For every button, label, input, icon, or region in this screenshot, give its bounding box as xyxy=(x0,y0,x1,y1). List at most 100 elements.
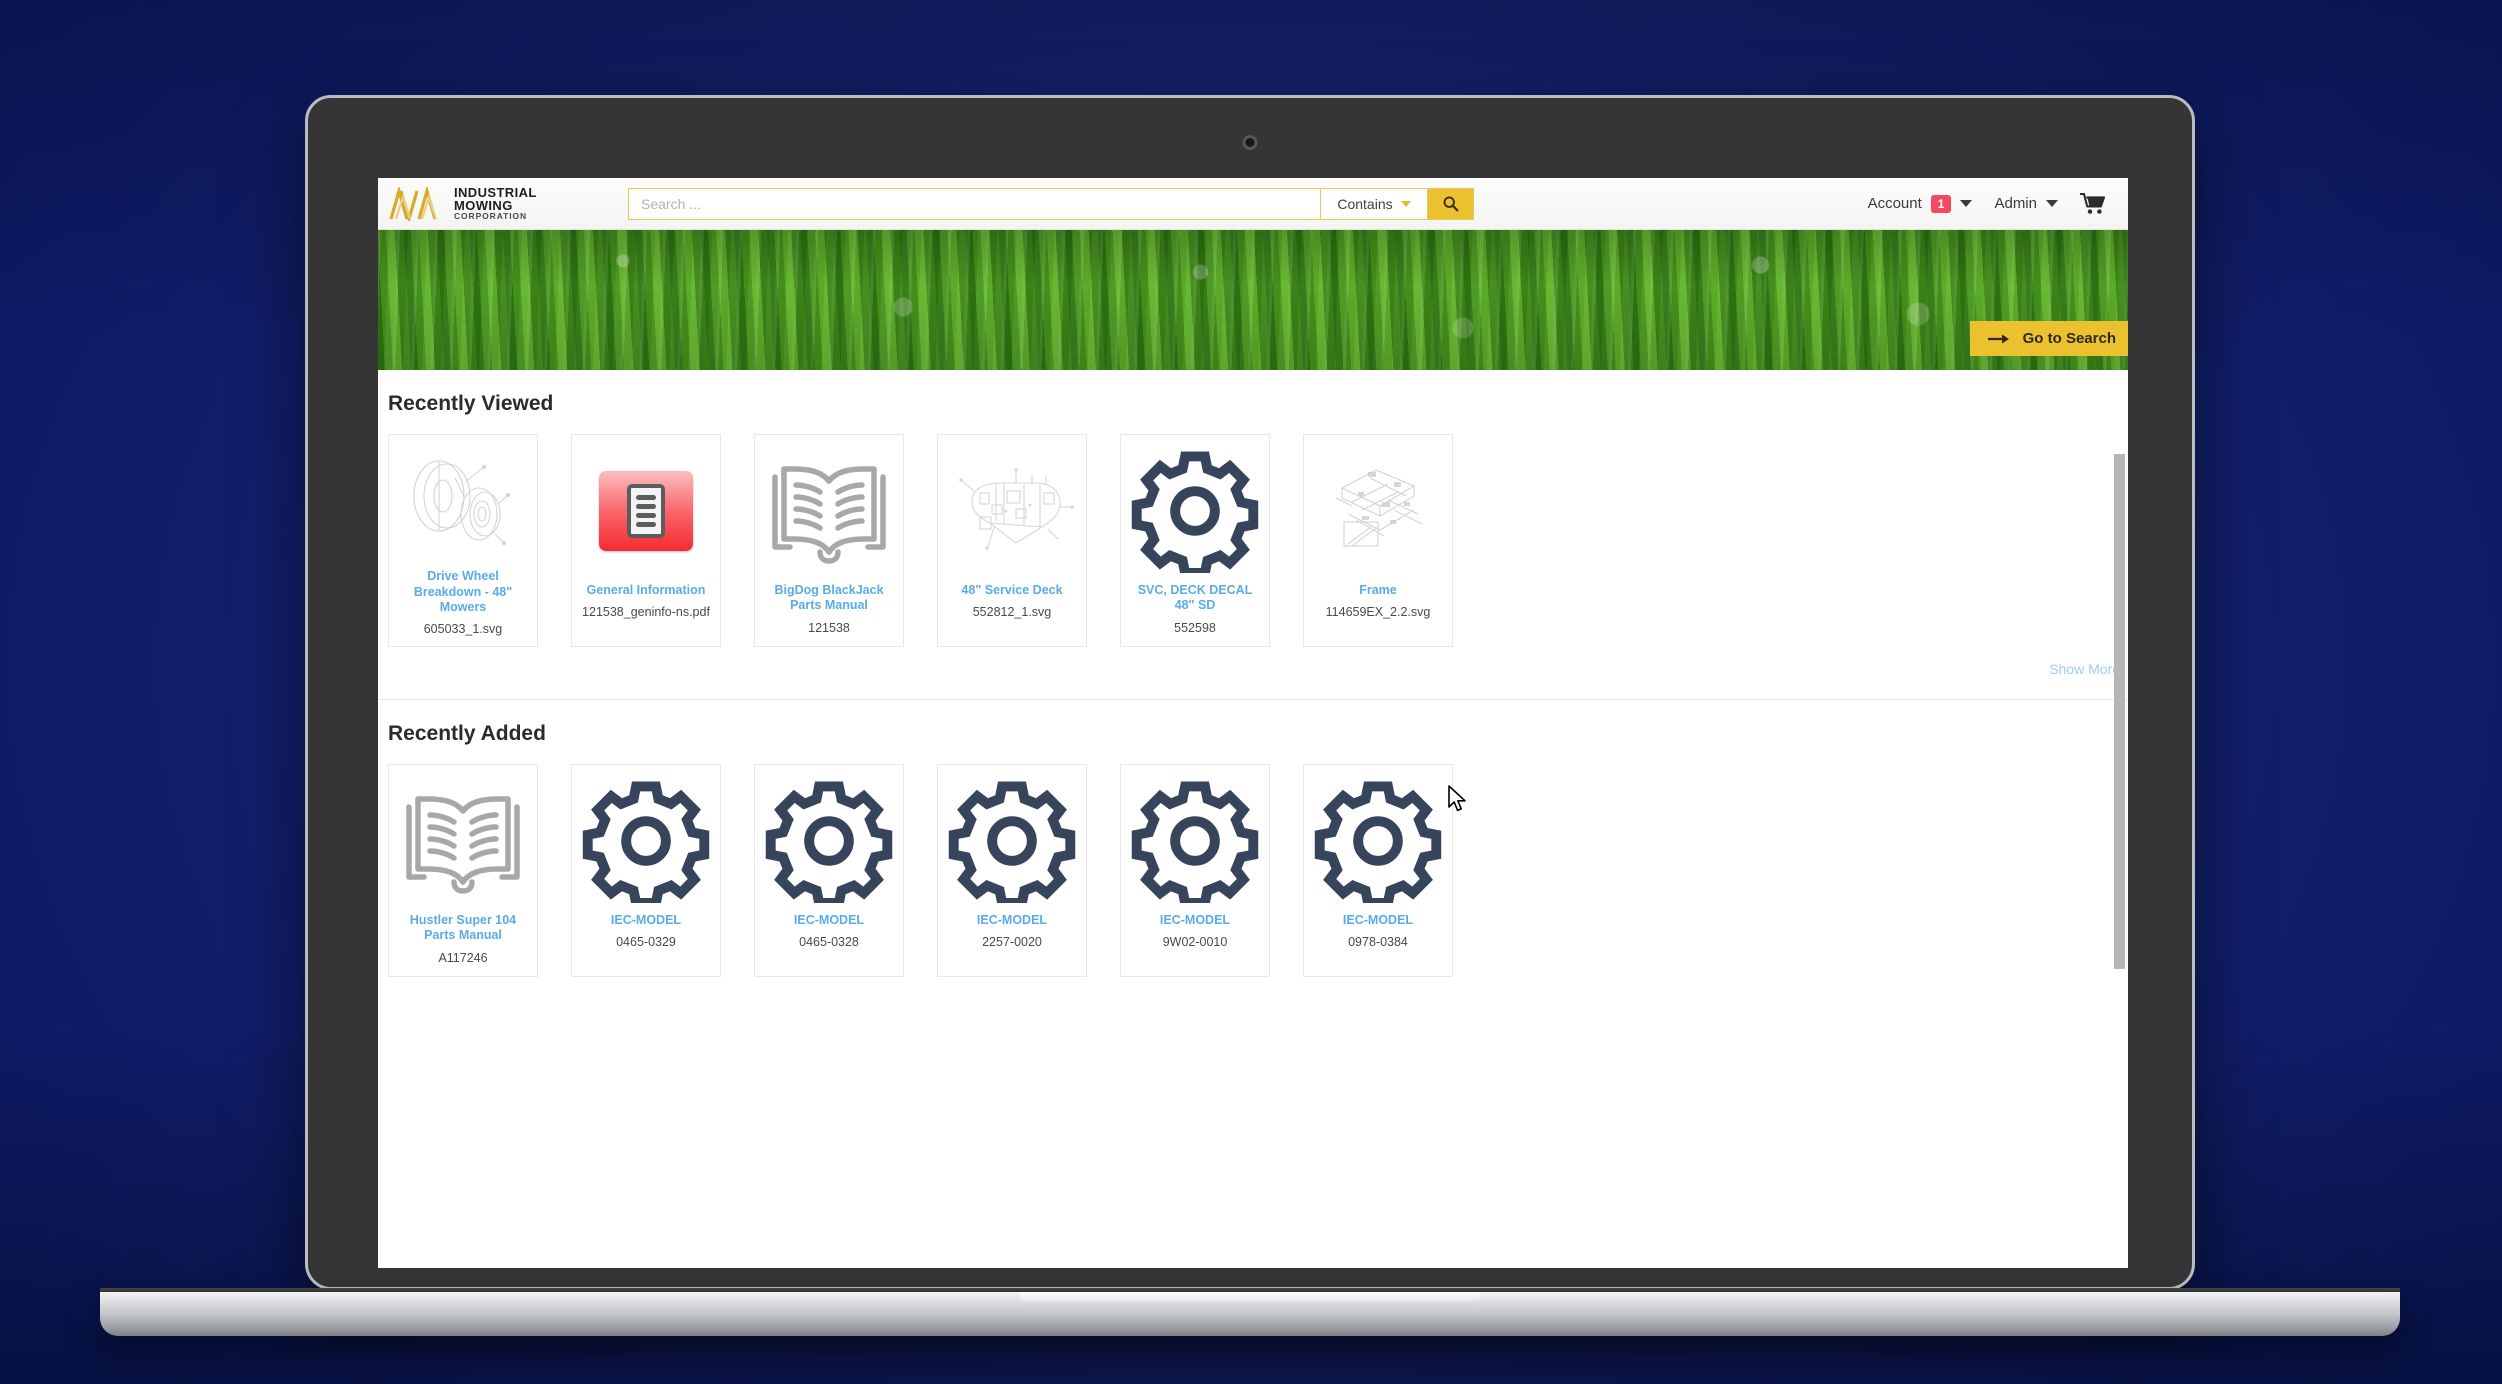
account-menu[interactable]: Account 1 xyxy=(1867,194,1973,213)
laptop-lid: INDUSTRIAL MOWING CORPORATION Contains xyxy=(305,95,2195,1290)
account-label: Account xyxy=(1867,195,1922,212)
card-title: BigDog BlackJack Parts Manual xyxy=(774,583,884,613)
ava-chevrons-logo-icon xyxy=(389,186,438,221)
chevron-down-icon xyxy=(1400,200,1411,207)
card-title: Drive Wheel Breakdown - 48" Mowers xyxy=(413,569,513,614)
card-iec-model-3[interactable]: IEC-MODEL 2257-0020 xyxy=(937,764,1087,977)
card-subtitle: 9W02-0010 xyxy=(1162,935,1228,950)
brand-line-1: INDUSTRIAL xyxy=(454,184,537,200)
search-group: Contains xyxy=(628,187,1474,220)
account-badge: 1 xyxy=(1930,194,1952,213)
card-thumbnail xyxy=(1310,773,1446,909)
card-title: Frame xyxy=(1359,583,1397,597)
chevron-down-icon xyxy=(1960,200,1973,207)
brand-line-2: MOWING xyxy=(454,198,513,214)
line-drawing-frame-icon xyxy=(1335,469,1423,547)
card-subtitle: 121538 xyxy=(808,620,850,635)
card-title: Hustler Super 104 Parts Manual xyxy=(409,913,517,943)
card-iec-model-1[interactable]: IEC-MODEL 0465-0329 xyxy=(571,764,721,977)
card-thumbnail xyxy=(578,443,714,579)
shopping-cart-icon xyxy=(2080,192,2106,214)
show-more-link[interactable]: Show More xyxy=(2049,661,2120,677)
match-mode-label: Contains xyxy=(1337,195,1393,212)
card-thumbnail xyxy=(1127,773,1263,909)
header-nav: Account 1 Admin xyxy=(1867,192,2110,215)
line-drawing-wheel-icon xyxy=(413,460,510,546)
card-subtitle: 121538_geninfo-ns.pdf xyxy=(582,605,710,620)
laptop-mockup: INDUSTRIAL MOWING CORPORATION Contains xyxy=(100,95,2400,1336)
gear-icon xyxy=(1131,781,1259,903)
card-48-service-deck[interactable]: 48" Service Deck 552812_1.svg xyxy=(937,434,1087,647)
line-drawing-deck-icon xyxy=(959,468,1074,550)
mouse-cursor xyxy=(1448,785,1466,812)
card-row-recently-viewed: Drive Wheel Breakdown - 48" Mowers 60503… xyxy=(378,434,2128,647)
brand-logo[interactable]: INDUSTRIAL MOWING CORPORATION xyxy=(388,186,618,221)
card-thumbnail xyxy=(761,773,897,909)
laptop-base-notch xyxy=(1020,1292,1480,1305)
webcam-icon xyxy=(1242,135,1258,150)
section-recently-viewed: Recently Viewed Drive Wheel Breakdown - … xyxy=(378,370,2128,700)
go-to-search-button[interactable]: Go to Search xyxy=(1969,321,2128,356)
card-subtitle: 2257-0020 xyxy=(982,935,1042,950)
brand-line-3: CORPORATION xyxy=(454,211,528,222)
arrow-right-icon xyxy=(1987,334,2009,343)
card-subtitle: 552598 xyxy=(1174,620,1216,635)
card-subtitle: A117246 xyxy=(438,950,488,965)
match-mode-select[interactable]: Contains xyxy=(1320,187,1428,220)
card-subtitle: 0465-0329 xyxy=(616,935,676,950)
card-title: IEC-MODEL xyxy=(793,913,865,927)
search-input[interactable] xyxy=(628,187,1320,220)
card-hustler-super-104-parts-manual[interactable]: Hustler Super 104 Parts Manual A117246 xyxy=(388,764,538,977)
pdf-document-icon xyxy=(599,471,693,551)
gear-icon xyxy=(765,781,893,903)
card-general-information[interactable]: General Information 121538_geninfo-ns.pd… xyxy=(571,434,721,647)
card-title: 48" Service Deck xyxy=(961,583,1063,597)
admin-menu[interactable]: Admin xyxy=(1994,195,2058,212)
card-svc-deck-decal[interactable]: SVC, DECK DECAL 48" SD 552598 xyxy=(1120,434,1270,647)
card-thumbnail xyxy=(1127,443,1263,579)
card-thumbnail xyxy=(578,773,714,909)
card-subtitle: 605033_1.svg xyxy=(423,622,503,636)
card-title: General Information xyxy=(586,583,706,597)
brand-wordmark: INDUSTRIAL MOWING CORPORATION xyxy=(454,186,537,221)
cart-button[interactable] xyxy=(2080,192,2106,215)
card-drive-wheel-breakdown[interactable]: Drive Wheel Breakdown - 48" Mowers 60503… xyxy=(388,434,538,647)
pdf-page-glyph xyxy=(627,484,665,538)
card-thumbnail xyxy=(761,443,897,579)
card-bigdog-blackjack-parts-manual[interactable]: BigDog BlackJack Parts Manual 121538 xyxy=(754,434,904,647)
card-thumbnail xyxy=(944,443,1080,579)
card-thumbnail xyxy=(395,443,531,565)
app-header: INDUSTRIAL MOWING CORPORATION Contains xyxy=(378,178,2128,230)
search-button[interactable] xyxy=(1428,187,1474,220)
card-thumbnail xyxy=(944,773,1080,909)
card-row-recently-added: Hustler Super 104 Parts Manual A117246 I… xyxy=(378,764,2128,977)
hero-banner: Go to Search xyxy=(378,230,2128,370)
card-subtitle: 552812_1.svg xyxy=(972,605,1052,620)
section-title: Recently Added xyxy=(388,722,546,745)
open-book-icon xyxy=(406,796,520,894)
scrollbar-thumb[interactable] xyxy=(2114,454,2125,969)
card-title: SVC, DECK DECAL 48" SD xyxy=(1137,583,1253,613)
gear-icon xyxy=(582,781,710,903)
gear-icon xyxy=(948,781,1076,903)
admin-label: Admin xyxy=(1994,195,2037,212)
card-frame[interactable]: Frame 114659EX_2.2.svg xyxy=(1303,434,1453,647)
card-title: IEC-MODEL xyxy=(1159,913,1231,927)
content-scroll-area[interactable]: Recently Viewed Drive Wheel Breakdown - … xyxy=(378,370,2128,1268)
card-subtitle: 114659EX_2.2.svg xyxy=(1325,605,1431,620)
card-thumbnail xyxy=(395,773,531,909)
card-iec-model-5[interactable]: IEC-MODEL 0978-0384 xyxy=(1303,764,1453,977)
card-title: IEC-MODEL xyxy=(976,913,1048,927)
card-thumbnail xyxy=(1310,443,1446,579)
card-iec-model-4[interactable]: IEC-MODEL 9W02-0010 xyxy=(1120,764,1270,977)
gear-icon xyxy=(1131,451,1259,573)
show-more-row: Show More xyxy=(378,647,2128,677)
section-recently-added: Recently Added Hustler Super 104 Parts M… xyxy=(378,700,2128,977)
open-book-icon xyxy=(772,466,886,564)
chevron-down-icon xyxy=(2046,200,2058,207)
card-subtitle: 0465-0328 xyxy=(799,935,859,950)
browser-viewport: INDUSTRIAL MOWING CORPORATION Contains xyxy=(378,178,2128,1268)
vertical-scrollbar[interactable] xyxy=(2113,370,2126,1268)
card-title: IEC-MODEL xyxy=(610,913,682,927)
card-iec-model-2[interactable]: IEC-MODEL 0465-0328 xyxy=(754,764,904,977)
